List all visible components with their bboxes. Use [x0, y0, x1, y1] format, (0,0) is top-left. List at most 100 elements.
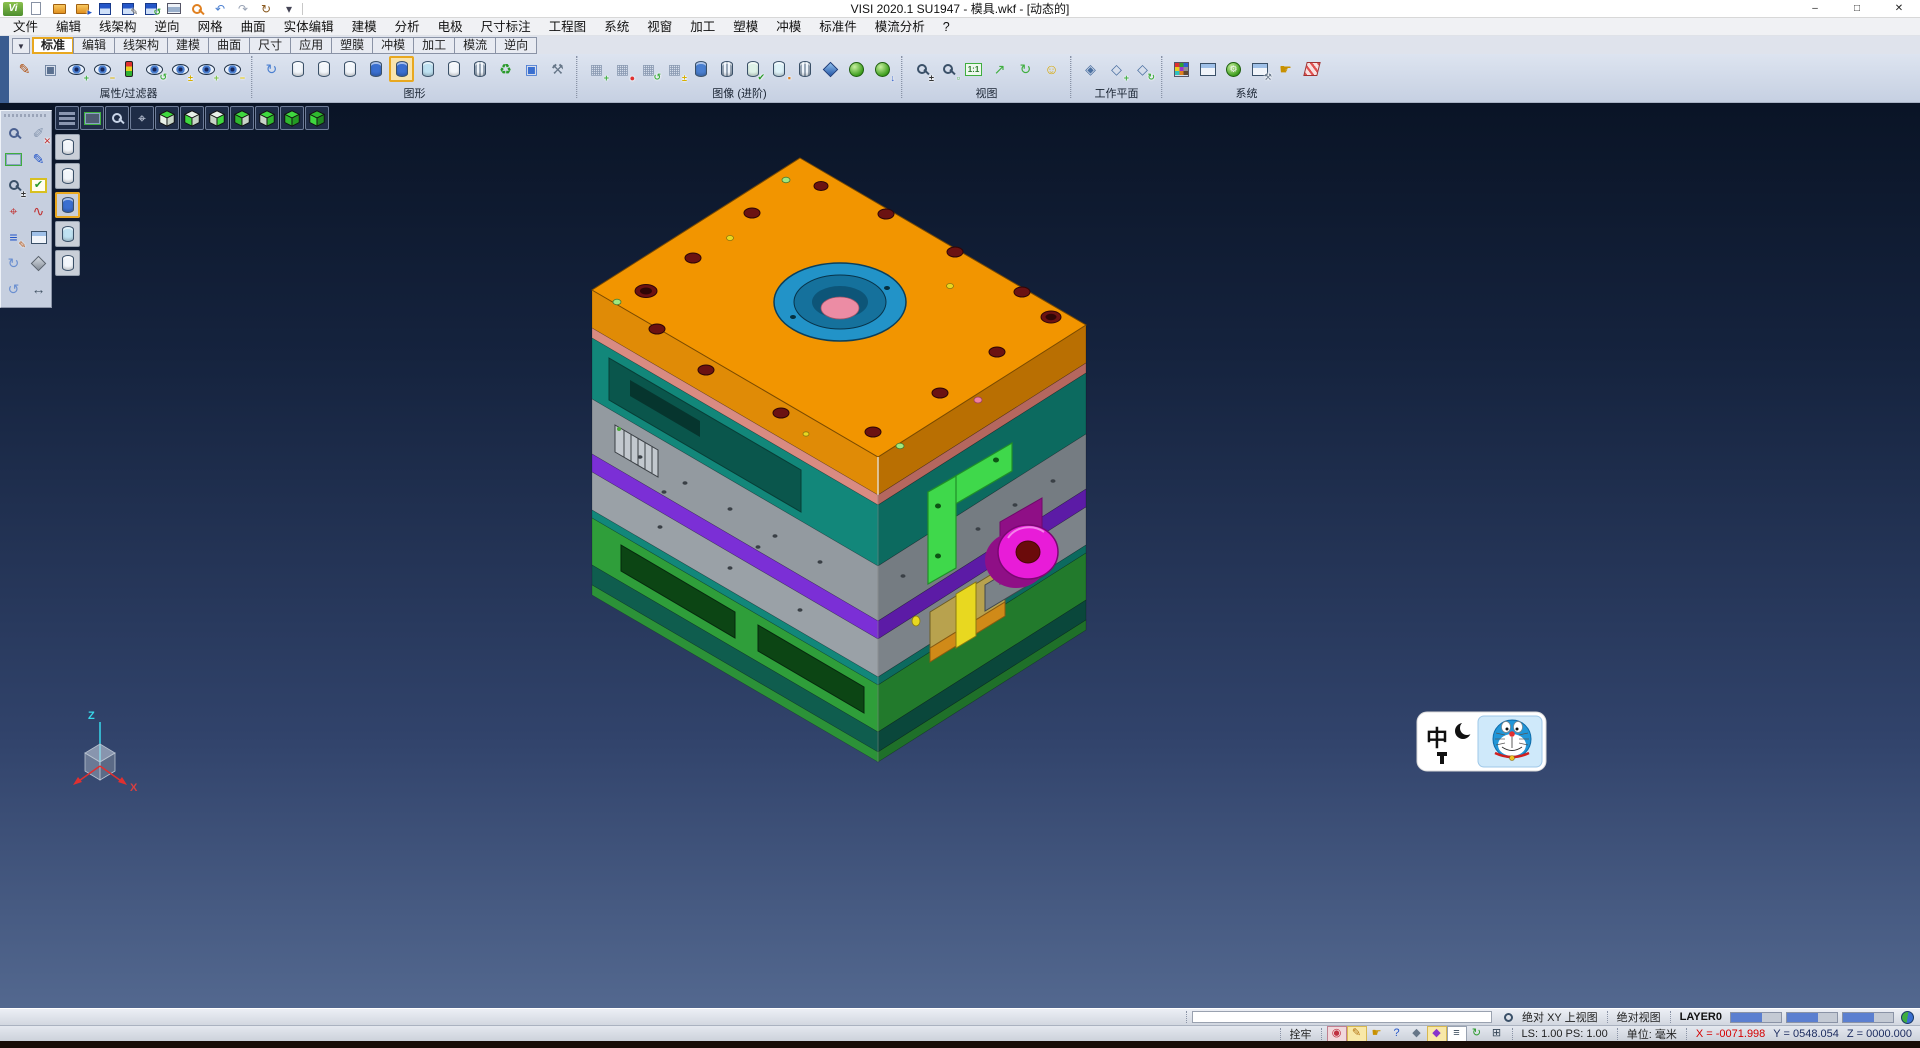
cylinder-outline-2-icon[interactable]	[311, 56, 336, 82]
hide-all-icon[interactable]: −	[220, 56, 245, 82]
print-icon[interactable]	[164, 1, 184, 17]
zoom-1to1-icon[interactable]: 1:1	[961, 56, 986, 82]
grid-toggle-icon[interactable]: ⊞	[1488, 1027, 1506, 1041]
search-icon[interactable]	[1499, 1010, 1517, 1024]
cylinder-outline-3-icon[interactable]	[337, 56, 362, 82]
view-iso-back-button[interactable]	[305, 106, 329, 130]
add-solids-icon[interactable]: ▦+	[584, 56, 609, 82]
graphics-tools-icon[interactable]: ⚒	[545, 56, 570, 82]
tab-moldflow[interactable]: 模流	[454, 37, 496, 54]
menu-edit[interactable]: 编辑	[47, 18, 90, 36]
show-all-icon[interactable]: +	[194, 56, 219, 82]
help-pick-icon[interactable]: ?	[1388, 1027, 1406, 1041]
menu-standard-parts[interactable]: 标准件	[810, 18, 866, 36]
orientation-cube-icon[interactable]: ◆	[1408, 1027, 1426, 1041]
3d-viewport-canvas[interactable]: Z X 中	[0, 103, 1920, 1008]
maximize-button[interactable]: □	[1836, 0, 1878, 18]
ucs-axis-icon[interactable]: ⌖	[1, 198, 26, 224]
shade-view-icon[interactable]: ☺	[1039, 56, 1064, 82]
minimize-button[interactable]: –	[1794, 0, 1836, 18]
tab-modeling[interactable]: 建模	[167, 37, 209, 54]
close-button[interactable]: ✕	[1878, 0, 1920, 18]
tab-standard[interactable]: 标准	[32, 37, 74, 54]
striped-cylinder-icon[interactable]	[714, 56, 739, 82]
menu-stamping[interactable]: 冲模	[767, 18, 810, 36]
tab-molding[interactable]: 塑膜	[331, 37, 373, 54]
menu-dimension[interactable]: 尺寸标注	[472, 18, 540, 36]
solids-filter-icon[interactable]: ▦●	[610, 56, 635, 82]
hide-entities-icon[interactable]: −	[90, 56, 115, 82]
view-top-button[interactable]	[155, 106, 179, 130]
display-shaded-button[interactable]	[55, 192, 80, 218]
view-mode-label[interactable]: 绝对 XY 上视图	[1522, 1009, 1598, 1025]
tab-surface[interactable]: 曲面	[208, 37, 250, 54]
redo-icon[interactable]: ↷	[233, 1, 253, 17]
color-palette-icon[interactable]	[1169, 56, 1194, 82]
view-front-button[interactable]	[180, 106, 204, 130]
paint-attributes-icon[interactable]: ✎	[12, 56, 37, 82]
visibility-filter-icon[interactable]	[116, 56, 141, 82]
menu-window[interactable]: 视窗	[638, 18, 681, 36]
view-iso-button[interactable]	[280, 106, 304, 130]
refresh-graphics-icon[interactable]: ↻	[259, 56, 284, 82]
auto-rotate-icon[interactable]: ↻	[1468, 1027, 1486, 1041]
menu-help[interactable]: ?	[934, 18, 959, 36]
highlight-edit-icon[interactable]: ✎	[1348, 1027, 1366, 1041]
view-iso-right-button[interactable]	[255, 106, 279, 130]
refresh-solids-icon[interactable]: ▦↺	[636, 56, 661, 82]
open-file-icon[interactable]	[49, 1, 69, 17]
menu-drawing[interactable]: 工程图	[540, 18, 596, 36]
axes-icon[interactable]: ⌖	[130, 106, 154, 130]
menu-molding[interactable]: 塑模	[724, 18, 767, 36]
gem-select-icon[interactable]: ◆	[1428, 1027, 1446, 1041]
display-wireframe-button[interactable]	[55, 134, 80, 160]
cylinder-outline-4-icon[interactable]	[441, 56, 466, 82]
zoom-extents-icon[interactable]	[80, 106, 104, 130]
absolute-view-label[interactable]: 绝对视图	[1617, 1009, 1661, 1025]
menu-mesh[interactable]: 网格	[189, 18, 232, 36]
workplane-move-icon[interactable]: ◇+	[1104, 56, 1129, 82]
cylinder-transparent-icon[interactable]	[415, 56, 440, 82]
layers-palette-icon[interactable]: ≡✎	[1, 224, 26, 250]
lock-toggle[interactable]: 拴牢	[1290, 1026, 1312, 1042]
system-tools-icon[interactable]: ⚒	[1247, 56, 1272, 82]
save-as-icon[interactable]: ✎	[118, 1, 138, 17]
tag-cylinder-icon[interactable]: ▪	[766, 56, 791, 82]
print-preview-icon[interactable]	[187, 1, 207, 17]
menu-surface[interactable]: 曲面	[232, 18, 275, 36]
view-right-button[interactable]	[205, 106, 229, 130]
view-iso-front-button[interactable]	[230, 106, 254, 130]
refresh-visibility-icon[interactable]: ↺	[142, 56, 167, 82]
copy-attributes-icon[interactable]: ▣	[38, 56, 63, 82]
tab-dimension[interactable]: 尺寸	[249, 37, 291, 54]
active-layer-label[interactable]: LAYER0	[1680, 1011, 1722, 1023]
cylinder-wireframe-icon[interactable]	[467, 56, 492, 82]
menu-solid-edit[interactable]: 实体编辑	[275, 18, 343, 36]
render-export-icon[interactable]: ↓	[870, 56, 895, 82]
open-project-icon[interactable]: ▸	[72, 1, 92, 17]
menu-file[interactable]: 文件	[4, 18, 47, 36]
rotate-view-icon[interactable]: ↻	[1013, 56, 1038, 82]
menu-moldflow[interactable]: 模流分析	[866, 18, 934, 36]
measure-icon[interactable]: ↔	[26, 276, 51, 302]
shaded-cube-icon[interactable]	[818, 56, 843, 82]
list-icon[interactable]: ≡	[1448, 1027, 1466, 1041]
undo-icon[interactable]: ↶	[210, 1, 230, 17]
wire-cylinder-icon[interactable]	[792, 56, 817, 82]
verify-cylinder-icon[interactable]: ✔	[740, 56, 765, 82]
tab-dropdown-button[interactable]: ▼	[12, 38, 30, 54]
erase-icon[interactable]: ✐✕	[26, 120, 51, 146]
settings-icon[interactable]: ⚙	[1221, 56, 1246, 82]
selection-box-icon[interactable]	[1, 146, 26, 172]
menu-wireframe[interactable]: 线架构	[90, 18, 146, 36]
palette-drag-handle[interactable]	[4, 112, 48, 119]
workplane-align-icon[interactable]: ◇↻	[1130, 56, 1155, 82]
qa-more-icon[interactable]: ▾	[279, 1, 299, 17]
save-all-icon[interactable]: ↺	[141, 1, 161, 17]
spline-edit-icon[interactable]: ∿	[26, 198, 51, 224]
menu-analysis[interactable]: 分析	[386, 18, 429, 36]
zoom-in-out-icon[interactable]: ±	[909, 56, 934, 82]
tab-application[interactable]: 应用	[290, 37, 332, 54]
toggle-solids-icon[interactable]: ▦±	[662, 56, 687, 82]
copy-graphics-icon[interactable]: ▣	[519, 56, 544, 82]
